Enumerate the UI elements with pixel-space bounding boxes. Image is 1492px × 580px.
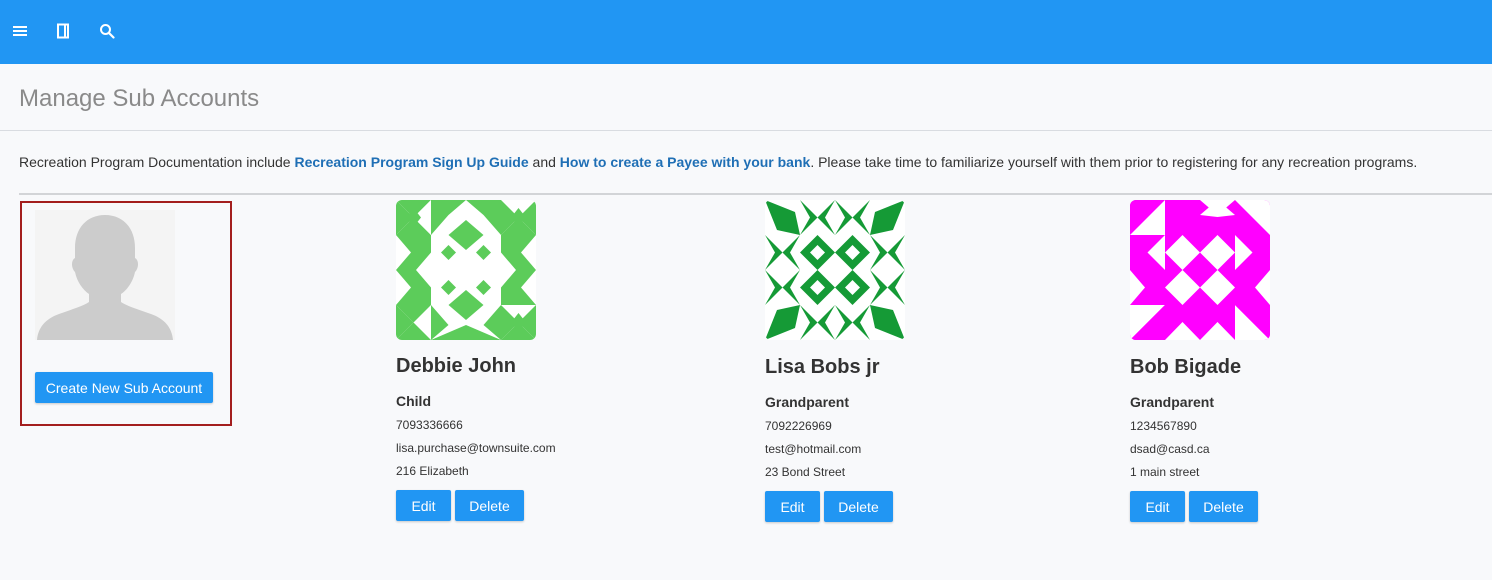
identicon-bob-icon (1130, 200, 1270, 340)
account-phone: 7093336666 (396, 418, 463, 432)
identicon-avatar (396, 200, 536, 340)
documentation-notice: Recreation Program Documentation include… (19, 153, 1417, 171)
page-title: Manage Sub Accounts (19, 85, 260, 112)
account-relation: Child (396, 393, 431, 409)
default-avatar-icon (35, 210, 175, 340)
doc-notice-middle: and (528, 154, 560, 170)
identicon-avatar (1130, 200, 1270, 340)
book-icon[interactable] (52, 20, 74, 42)
create-sub-account-button[interactable]: Create New Sub Account (35, 372, 213, 403)
divider (19, 193, 1492, 195)
account-name: Lisa Bobs jr (765, 356, 880, 378)
edit-button[interactable]: Edit (396, 490, 451, 521)
sign-up-guide-link[interactable]: Recreation Program Sign Up Guide (294, 154, 528, 170)
account-address: 216 Elizabeth (396, 464, 469, 478)
doc-notice-suffix: . Please take time to familiarize yourse… (810, 154, 1418, 170)
identicon-lisa-icon (765, 200, 905, 340)
edit-button[interactable]: Edit (1130, 491, 1185, 522)
account-phone: 7092226969 (765, 419, 832, 433)
identicon-debbie-icon (396, 200, 536, 340)
edit-button[interactable]: Edit (765, 491, 820, 522)
delete-button[interactable]: Delete (455, 490, 524, 521)
account-relation: Grandparent (765, 394, 850, 410)
account-address: 1 main street (1130, 465, 1200, 479)
account-address: 23 Bond Street (765, 465, 846, 479)
account-email: test@hotmail.com (765, 442, 862, 456)
payee-guide-link[interactable]: How to create a Payee with your bank (560, 154, 811, 170)
delete-button[interactable]: Delete (824, 491, 893, 522)
identicon-avatar (765, 200, 905, 340)
account-name: Debbie John (396, 355, 517, 377)
top-app-bar (0, 0, 1492, 64)
account-email: dsad@casd.ca (1130, 442, 1210, 456)
doc-notice-prefix: Recreation Program Documentation include (19, 154, 295, 170)
account-name: Bob Bigade (1130, 356, 1242, 378)
account-email: lisa.purchase@townsuite.com (396, 441, 556, 455)
account-relation: Grandparent (1130, 394, 1215, 410)
search-icon[interactable] (96, 20, 118, 42)
delete-button[interactable]: Delete (1189, 491, 1258, 522)
account-phone: 1234567890 (1130, 419, 1197, 433)
menu-icon[interactable] (9, 20, 31, 42)
